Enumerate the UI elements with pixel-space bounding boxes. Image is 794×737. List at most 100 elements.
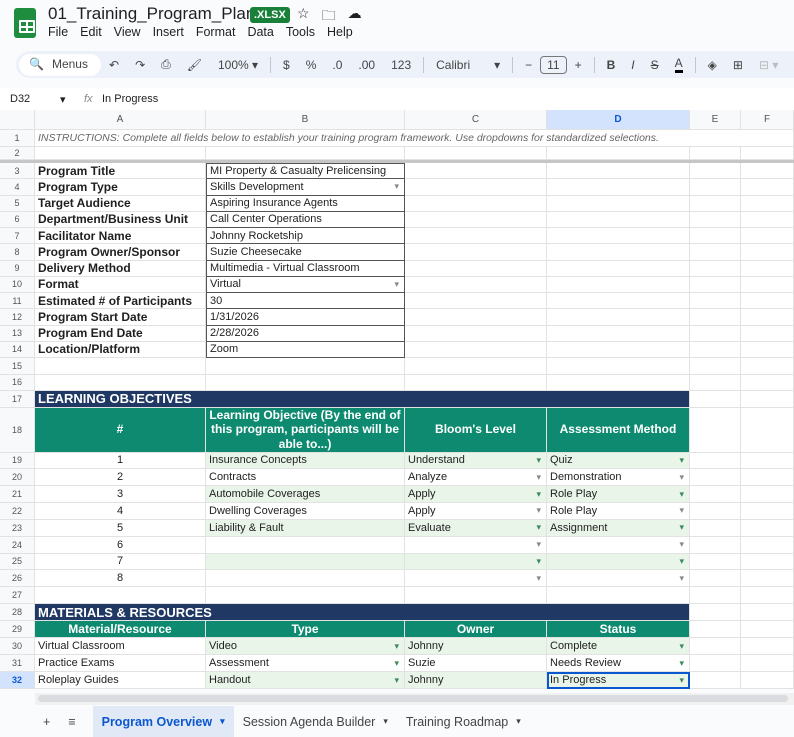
- cell[interactable]: [741, 519, 794, 537]
- cell[interactable]: [405, 195, 547, 212]
- cell[interactable]: [405, 260, 547, 277]
- field-value[interactable]: Johnny Rocketship: [206, 228, 405, 245]
- blooms-level-dropdown[interactable]: Understand: [405, 452, 547, 470]
- percent-button[interactable]: %: [306, 58, 317, 72]
- row-header[interactable]: 11: [0, 293, 35, 310]
- strikethrough-button[interactable]: S: [651, 58, 659, 72]
- column-header-A[interactable]: A: [35, 110, 206, 130]
- row-header[interactable]: 15: [0, 358, 35, 375]
- cell[interactable]: [741, 276, 794, 293]
- menus-search[interactable]: 🔍 Menus: [19, 53, 101, 76]
- cell[interactable]: [741, 179, 794, 196]
- cell[interactable]: [206, 358, 405, 375]
- cell[interactable]: [547, 341, 690, 358]
- spreadsheet-grid[interactable]: A B C D E F 1 INSTRUCTIONS: Complete all fields…: [0, 110, 794, 690]
- row-header[interactable]: 13: [0, 325, 35, 342]
- material-status-dropdown[interactable]: Needs Review: [547, 655, 690, 673]
- cell[interactable]: [547, 228, 690, 245]
- cell[interactable]: [741, 391, 794, 408]
- row-header[interactable]: 8: [0, 244, 35, 261]
- cell[interactable]: [547, 211, 690, 228]
- menu-edit[interactable]: Edit: [80, 25, 102, 39]
- row-header[interactable]: 5: [0, 195, 35, 212]
- row-header[interactable]: 1: [0, 130, 35, 147]
- all-sheets-button[interactable]: ≡: [59, 706, 84, 737]
- cell[interactable]: [690, 211, 741, 228]
- field-value[interactable]: Multimedia - Virtual Classroom: [206, 260, 405, 277]
- row-header[interactable]: 29: [0, 621, 35, 639]
- assessment-method-dropdown[interactable]: Assignment: [547, 519, 690, 537]
- cell[interactable]: [547, 179, 690, 196]
- blooms-level-dropdown[interactable]: Analyze: [405, 469, 547, 487]
- cell[interactable]: [690, 179, 741, 196]
- cell[interactable]: [690, 407, 741, 453]
- cell[interactable]: [405, 309, 547, 326]
- assessment-method-dropdown[interactable]: Role Play: [547, 503, 690, 520]
- menu-format[interactable]: Format: [196, 25, 236, 39]
- cell[interactable]: [690, 587, 741, 605]
- cell[interactable]: [690, 147, 741, 160]
- row-header[interactable]: 2: [0, 147, 35, 160]
- cell[interactable]: [741, 570, 794, 588]
- cell[interactable]: [690, 260, 741, 277]
- material-owner[interactable]: Johnny: [405, 638, 547, 656]
- cell[interactable]: [690, 195, 741, 212]
- row-header[interactable]: 12: [0, 309, 35, 326]
- cell[interactable]: [547, 163, 690, 180]
- objective-text[interactable]: Liability & Fault: [206, 519, 405, 537]
- menu-insert[interactable]: Insert: [153, 25, 184, 39]
- material-owner[interactable]: Johnny: [405, 672, 547, 690]
- blooms-level-dropdown[interactable]: Apply: [405, 503, 547, 520]
- cell[interactable]: [741, 244, 794, 261]
- cell[interactable]: [741, 407, 794, 453]
- cell[interactable]: [690, 358, 741, 375]
- field-value[interactable]: Call Center Operations: [206, 211, 405, 228]
- row-header[interactable]: 4: [0, 179, 35, 196]
- row-header[interactable]: 9: [0, 260, 35, 277]
- cell[interactable]: [741, 486, 794, 504]
- cell[interactable]: [547, 587, 690, 605]
- merge-cells-icon[interactable]: ⊟ ▾: [759, 58, 778, 72]
- row-header[interactable]: 20: [0, 469, 35, 487]
- blooms-level-dropdown[interactable]: [405, 553, 547, 571]
- cell[interactable]: [547, 260, 690, 277]
- cell[interactable]: [690, 244, 741, 261]
- objective-text[interactable]: Dwelling Coverages: [206, 503, 405, 520]
- formula-input[interactable]: In Progress: [102, 93, 158, 105]
- cell[interactable]: [547, 374, 690, 391]
- cell[interactable]: [741, 503, 794, 520]
- cell[interactable]: [741, 228, 794, 245]
- cell[interactable]: [206, 587, 405, 605]
- cell[interactable]: [741, 536, 794, 554]
- row-header[interactable]: 25: [0, 553, 35, 571]
- cell[interactable]: [741, 638, 794, 656]
- assessment-method-dropdown[interactable]: Quiz: [547, 452, 690, 470]
- cell[interactable]: [741, 163, 794, 180]
- cell[interactable]: [547, 293, 690, 310]
- document-title[interactable]: 01_Training_Program_Planner: [48, 4, 280, 24]
- material-owner[interactable]: Suzie: [405, 655, 547, 673]
- cell[interactable]: [741, 147, 794, 160]
- blooms-level-dropdown[interactable]: [405, 570, 547, 588]
- row-header[interactable]: 28: [0, 604, 35, 622]
- material-type-dropdown[interactable]: Handout: [206, 672, 405, 690]
- cell[interactable]: [741, 587, 794, 605]
- cell[interactable]: [405, 276, 547, 293]
- cell[interactable]: [690, 503, 741, 520]
- paint-format-icon[interactable]: 🖌: [187, 58, 202, 72]
- blooms-level-dropdown[interactable]: [405, 536, 547, 554]
- cell[interactable]: [405, 358, 547, 375]
- cell[interactable]: [690, 604, 741, 622]
- print-icon[interactable]: ⎙: [161, 57, 171, 72]
- row-header[interactable]: 23: [0, 519, 35, 537]
- column-header-E[interactable]: E: [690, 110, 741, 130]
- row-header[interactable]: 19: [0, 452, 35, 470]
- objective-text[interactable]: Automobile Coverages: [206, 486, 405, 504]
- cell[interactable]: [547, 244, 690, 261]
- cell[interactable]: [405, 374, 547, 391]
- cell[interactable]: [547, 358, 690, 375]
- cell[interactable]: [741, 621, 794, 639]
- cell[interactable]: [741, 452, 794, 470]
- material-type-dropdown[interactable]: Video: [206, 638, 405, 656]
- row-header[interactable]: 10: [0, 276, 35, 293]
